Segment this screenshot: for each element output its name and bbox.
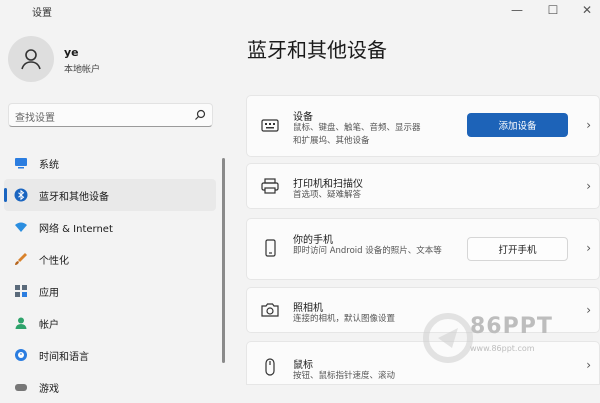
brush-icon bbox=[15, 253, 27, 265]
sidebar-item-system[interactable]: 系统 bbox=[4, 147, 216, 179]
gamepad-icon bbox=[15, 384, 27, 391]
sidebar-item-accounts[interactable]: 帐户 bbox=[4, 307, 216, 339]
sidebar-item-time-language[interactable]: 时间和语言 bbox=[4, 339, 216, 371]
sidebar-item-label: 系统 bbox=[39, 160, 59, 171]
account-type: 本地帐户 bbox=[64, 65, 101, 75]
search-icon[interactable] bbox=[194, 109, 206, 121]
globe-clock-icon bbox=[15, 349, 27, 361]
sidebar-item-bluetooth[interactable]: 蓝牙和其他设备 bbox=[4, 179, 216, 211]
maximize-button[interactable]: ☐ bbox=[536, 0, 570, 20]
sidebar-item-label: 个性化 bbox=[39, 256, 69, 267]
wifi-icon bbox=[15, 222, 27, 232]
sidebar-nav: 系统 蓝牙和其他设备 网络 & Internet 个性化 应用 帐户 时间和语言… bbox=[4, 147, 216, 403]
card-description: 首选项、疑难解答 bbox=[293, 190, 362, 200]
avatar[interactable] bbox=[8, 36, 54, 82]
chevron-right-icon: › bbox=[586, 118, 591, 132]
apps-icon bbox=[15, 285, 27, 297]
minimize-button[interactable]: — bbox=[500, 0, 534, 20]
add-device-button[interactable]: 添加设备 bbox=[467, 113, 568, 137]
sidebar-item-gaming[interactable]: 游戏 bbox=[4, 371, 216, 403]
sidebar-item-label: 蓝牙和其他设备 bbox=[39, 192, 109, 203]
watermark-url: www.86ppt.com bbox=[470, 344, 535, 353]
search-input[interactable]: 查找设置 bbox=[15, 109, 55, 124]
sidebar-item-label: 应用 bbox=[39, 288, 59, 299]
sidebar-item-network[interactable]: 网络 & Internet bbox=[4, 211, 216, 243]
title-bar: 设置 — ☐ ✕ bbox=[0, 0, 600, 22]
card-title: 你的手机 bbox=[293, 235, 333, 246]
card-title: 鼠标 bbox=[293, 360, 313, 371]
card-description: 即时访问 Android 设备的照片、文本等 bbox=[293, 246, 442, 256]
person-avatar-icon bbox=[21, 49, 41, 70]
camera-icon bbox=[261, 303, 279, 317]
sidebar-item-label: 帐户 bbox=[39, 320, 59, 331]
page-title: 蓝牙和其他设备 bbox=[247, 38, 387, 62]
chevron-right-icon: › bbox=[586, 241, 591, 255]
card-description: 连接的相机，默认图像设置 bbox=[293, 314, 396, 324]
active-indicator bbox=[4, 188, 7, 202]
sidebar-item-label: 时间和语言 bbox=[39, 352, 89, 363]
sidebar-scrollbar[interactable] bbox=[222, 158, 225, 363]
sidebar-item-personalization[interactable]: 个性化 bbox=[4, 243, 216, 275]
card-description: 鼠标、键盘、触笔、音频、显示器和扩展坞、其他设备 bbox=[293, 123, 421, 146]
person-icon bbox=[15, 317, 27, 329]
card-title: 设备 bbox=[293, 112, 313, 123]
phone-icon bbox=[265, 239, 276, 257]
search-box[interactable]: 查找设置 bbox=[8, 103, 213, 127]
keyboard-icon bbox=[261, 119, 279, 132]
sidebar-item-label: 游戏 bbox=[39, 384, 59, 395]
sidebar-item-label: 网络 & Internet bbox=[39, 224, 113, 235]
sidebar-item-apps[interactable]: 应用 bbox=[4, 275, 216, 307]
monitor-icon bbox=[15, 158, 27, 169]
card-title: 照相机 bbox=[293, 303, 323, 314]
window-title: 设置 bbox=[32, 8, 52, 19]
card-title: 打印机和扫描仪 bbox=[293, 179, 363, 190]
mouse-icon bbox=[265, 358, 275, 376]
watermark-text: 86PPT bbox=[470, 314, 553, 339]
printers-card[interactable]: 打印机和扫描仪 首选项、疑难解答 › bbox=[246, 163, 600, 209]
user-name: ye bbox=[64, 46, 79, 59]
close-button[interactable]: ✕ bbox=[570, 0, 600, 20]
chevron-right-icon: › bbox=[586, 179, 591, 193]
printer-icon bbox=[261, 178, 279, 194]
bluetooth-icon bbox=[14, 188, 28, 202]
card-description: 按钮、鼠标指针速度、滚动 bbox=[293, 371, 396, 381]
open-phone-button[interactable]: 打开手机 bbox=[467, 237, 568, 261]
